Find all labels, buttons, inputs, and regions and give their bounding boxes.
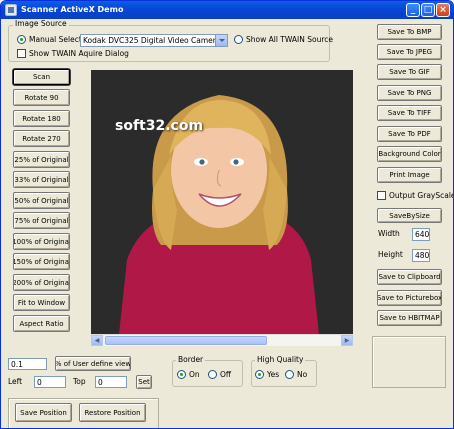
aspect-ratio-button[interactable]: Aspect Ratio bbox=[13, 315, 70, 332]
rotate-270-button[interactable]: Rotate 270 bbox=[13, 130, 70, 147]
height-label: Height bbox=[378, 250, 403, 259]
minimize-button[interactable]: _ bbox=[406, 3, 420, 17]
top-input[interactable]: 0 bbox=[95, 376, 127, 388]
chevron-down-icon[interactable] bbox=[215, 35, 227, 46]
save-gif-button[interactable]: Save To GIF bbox=[377, 64, 442, 80]
title-bar[interactable]: Scanner ActiveX Demo _ □ × bbox=[1, 1, 453, 19]
save-pdf-button[interactable]: Save To PDF bbox=[377, 126, 442, 142]
image-source-label: Image Source bbox=[13, 19, 69, 28]
watermark-text: soft32.com bbox=[115, 118, 204, 134]
rotate-90-button[interactable]: Rotate 90 bbox=[13, 89, 70, 106]
quality-yes-label: Yes bbox=[267, 370, 280, 379]
zoom-200-button[interactable]: 200% of Original bbox=[13, 274, 70, 291]
zoom-value-input[interactable]: 0.1 bbox=[8, 358, 47, 370]
device-select[interactable]: Kodak DVC325 Digital Video Camera bbox=[80, 34, 228, 47]
restore-position-button[interactable]: Restore Position bbox=[79, 403, 146, 422]
top-label: Top bbox=[73, 377, 86, 386]
save-png-button[interactable]: Save To PNG bbox=[377, 85, 442, 101]
close-button[interactable]: × bbox=[436, 3, 450, 17]
border-on-label: On bbox=[189, 370, 200, 379]
show-twain-dialog-label: Show TWAIN Aquire Dialog bbox=[29, 49, 129, 58]
border-off-label: Off bbox=[220, 370, 232, 379]
save-clipboard-button[interactable]: Save to Clipboard bbox=[377, 269, 442, 285]
show-twain-dialog-checkbox[interactable] bbox=[17, 49, 26, 58]
output-grayscale-checkbox[interactable] bbox=[377, 191, 386, 200]
manual-select-radio[interactable] bbox=[17, 35, 26, 44]
app-icon bbox=[5, 4, 17, 16]
show-all-twain-label: Show All TWAIN Source bbox=[246, 35, 333, 44]
quality-yes-radio[interactable] bbox=[255, 370, 264, 379]
scan-button[interactable]: Scan bbox=[13, 69, 70, 85]
zoom-150-button[interactable]: 150% of Original bbox=[13, 253, 70, 270]
zoom-25-button[interactable]: 25% of Original bbox=[13, 151, 70, 168]
left-input[interactable]: 0 bbox=[34, 376, 66, 388]
output-grayscale-label: Output GrayScale bbox=[389, 191, 454, 200]
save-tiff-button[interactable]: Save To TIFF bbox=[377, 105, 442, 121]
width-label: Width bbox=[378, 229, 400, 238]
device-select-value: Kodak DVC325 Digital Video Camera bbox=[83, 36, 221, 45]
left-label: Left bbox=[8, 377, 23, 386]
print-image-button[interactable]: Print Image bbox=[377, 167, 442, 183]
quality-no-label: No bbox=[297, 370, 308, 379]
border-on-radio[interactable] bbox=[177, 370, 186, 379]
save-bmp-button[interactable]: Save To BMP bbox=[377, 24, 442, 40]
save-hbitmap-button[interactable]: Save to HBITMAP bbox=[377, 310, 442, 326]
zoom-50-button[interactable]: 50% of Original bbox=[13, 192, 70, 209]
save-picturebox-button[interactable]: Save to Picturebox bbox=[377, 290, 442, 306]
scroll-thumb[interactable] bbox=[105, 336, 267, 345]
maximize-button[interactable]: □ bbox=[421, 3, 435, 17]
zoom-75-button[interactable]: 75% of Original bbox=[13, 212, 70, 229]
save-position-button[interactable]: Save Position bbox=[15, 403, 72, 422]
user-define-view-button[interactable]: % of User define view bbox=[55, 356, 131, 371]
quality-group-label: High Quality bbox=[255, 355, 306, 364]
zoom-33-button[interactable]: 33% of Original bbox=[13, 171, 70, 188]
save-by-size-button[interactable]: SaveBySize bbox=[377, 208, 442, 223]
image-horizontal-scrollbar[interactable]: ◀ ▶ bbox=[91, 334, 353, 346]
scanned-photo bbox=[91, 70, 353, 334]
set-button[interactable]: Set bbox=[136, 375, 152, 389]
image-viewer[interactable]: soft32.com bbox=[91, 70, 353, 346]
fit-to-window-button[interactable]: Fit to Window bbox=[13, 294, 70, 311]
background-color-button[interactable]: Background Color bbox=[377, 146, 442, 162]
rotate-180-button[interactable]: Rotate 180 bbox=[13, 110, 70, 127]
scroll-left-icon[interactable]: ◀ bbox=[91, 335, 103, 346]
quality-no-radio[interactable] bbox=[285, 370, 294, 379]
show-all-twain-radio[interactable] bbox=[234, 35, 243, 44]
save-jpeg-button[interactable]: Save To JPEG bbox=[377, 44, 442, 60]
height-input[interactable]: 480 bbox=[412, 249, 430, 262]
window-title: Scanner ActiveX Demo bbox=[21, 5, 124, 14]
zoom-100-button[interactable]: 100% of Original bbox=[13, 233, 70, 250]
border-group-label: Border bbox=[176, 355, 206, 364]
scroll-right-icon[interactable]: ▶ bbox=[341, 335, 353, 346]
picturebox-panel bbox=[372, 336, 446, 388]
app-window: Scanner ActiveX Demo _ □ × Image Source … bbox=[0, 0, 454, 429]
manual-select-label: Manual Select bbox=[29, 35, 82, 44]
border-off-radio[interactable] bbox=[208, 370, 217, 379]
width-input[interactable]: 640 bbox=[412, 228, 430, 241]
